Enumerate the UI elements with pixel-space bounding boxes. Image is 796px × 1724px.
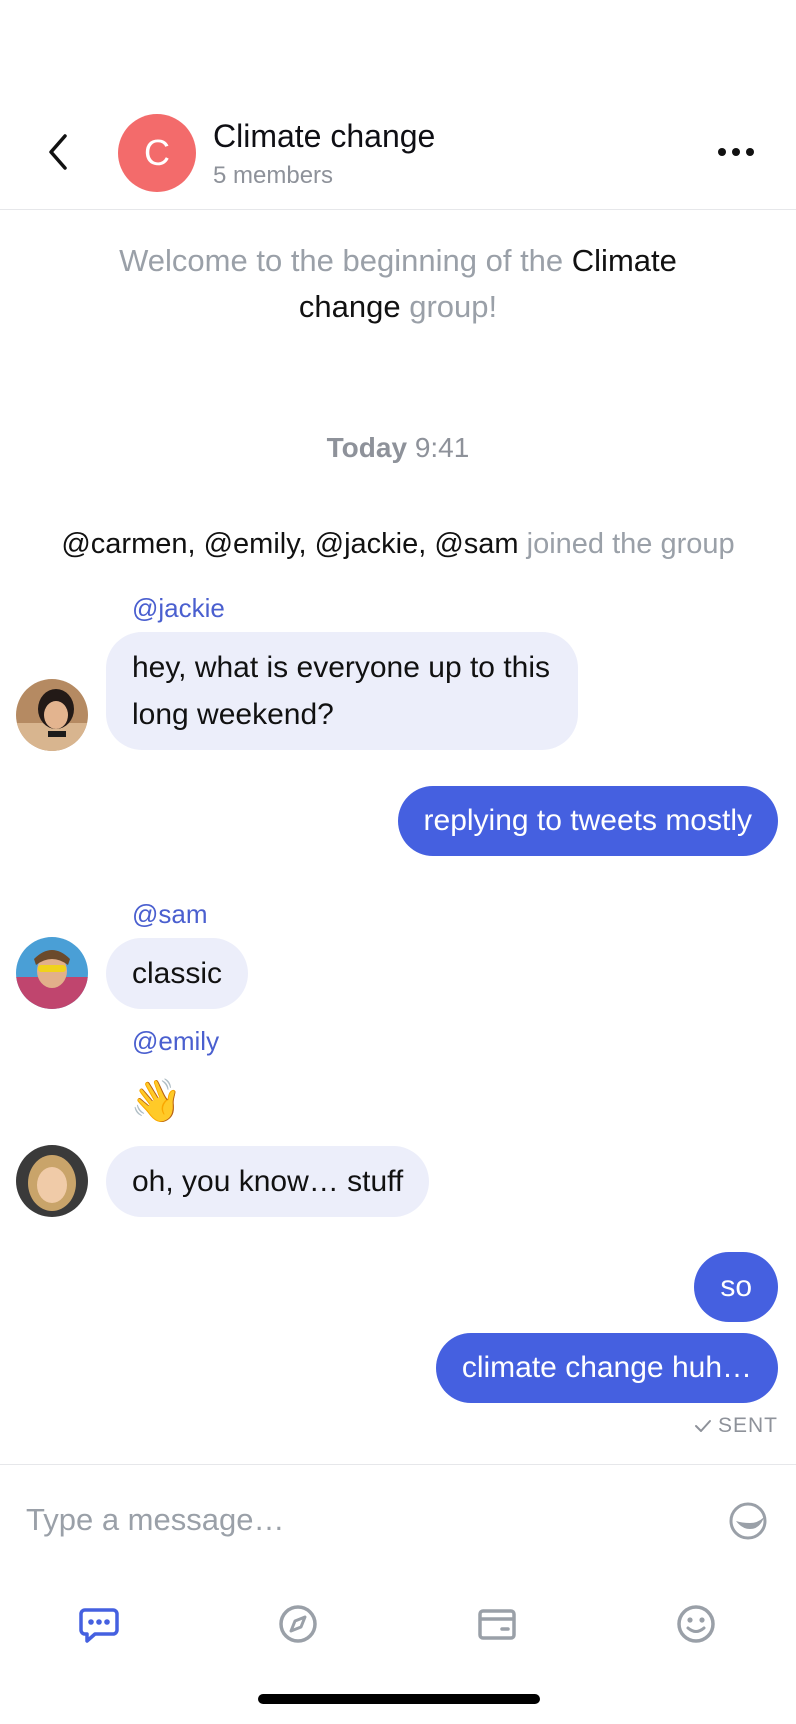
- chat-header: C Climate change 5 members: [0, 90, 796, 210]
- system-joined-notice: @carmen, @emily, @jackie, @sam joined th…: [0, 528, 796, 561]
- avatar-jackie: [16, 679, 88, 751]
- more-dot: [746, 148, 754, 156]
- sticker-icon: [729, 1502, 767, 1540]
- welcome-message: Welcome to the beginning of the Climate …: [70, 238, 726, 330]
- message-composer: [0, 1464, 796, 1574]
- message-bubble-outgoing[interactable]: so: [694, 1252, 778, 1322]
- back-button[interactable]: [38, 132, 78, 172]
- message-bubble-outgoing[interactable]: climate change huh…: [435, 1333, 778, 1403]
- message-input[interactable]: [26, 1493, 706, 1547]
- timestamp-time: 9:41: [414, 432, 470, 463]
- joined-text: joined the group: [518, 528, 735, 560]
- member-count: 5 members: [213, 162, 334, 189]
- delivery-status-text: SENT: [717, 1414, 778, 1437]
- more-options-button[interactable]: [710, 132, 762, 172]
- message-bubble-outgoing[interactable]: replying to tweets mostly: [397, 786, 778, 856]
- checkmark-icon: [694, 1420, 711, 1432]
- chat-screen: C Climate change 5 members Welcome to th…: [0, 0, 796, 1724]
- tab-chats[interactable]: [69, 1594, 129, 1654]
- wallet-icon: [478, 1609, 516, 1640]
- smiley-icon: [677, 1605, 715, 1643]
- avatar[interactable]: [16, 679, 88, 751]
- timestamp-day: Today: [326, 432, 408, 463]
- group-title[interactable]: Climate change: [213, 118, 435, 155]
- message-author[interactable]: @emily: [132, 1026, 219, 1057]
- chevron-left-icon: [49, 134, 67, 170]
- more-dot: [732, 148, 740, 156]
- more-horizontal-icon: [718, 148, 726, 156]
- message-bubble[interactable]: hey, what is everyone up to this long we…: [106, 632, 578, 750]
- group-avatar[interactable]: C: [118, 114, 196, 192]
- sticker-button[interactable]: [726, 1499, 770, 1543]
- welcome-prefix: Welcome to the beginning of the: [119, 243, 572, 278]
- message-author[interactable]: @sam: [132, 899, 208, 930]
- chat-icon: [79, 1608, 119, 1643]
- tab-explore[interactable]: [268, 1594, 328, 1654]
- joined-users: @carmen, @emily, @jackie, @sam: [61, 528, 519, 560]
- delivery-status: SENT: [694, 1414, 778, 1438]
- date-separator: Today 9:41: [0, 432, 796, 464]
- tab-profile[interactable]: [666, 1594, 726, 1654]
- message-bubble[interactable]: classic: [106, 938, 249, 1009]
- message-author[interactable]: @jackie: [132, 593, 225, 624]
- tab-wallet[interactable]: [467, 1594, 527, 1654]
- avatar-sam: [16, 937, 88, 1009]
- avatar-emily: [16, 1145, 88, 1217]
- message-bubble[interactable]: oh, you know… stuff: [106, 1146, 430, 1217]
- welcome-suffix: group!: [400, 289, 498, 324]
- message-emoji[interactable]: 👋: [130, 1074, 182, 1128]
- avatar[interactable]: [16, 1145, 88, 1217]
- compass-icon: [279, 1605, 317, 1643]
- home-indicator[interactable]: [258, 1694, 540, 1704]
- avatar[interactable]: [16, 937, 88, 1009]
